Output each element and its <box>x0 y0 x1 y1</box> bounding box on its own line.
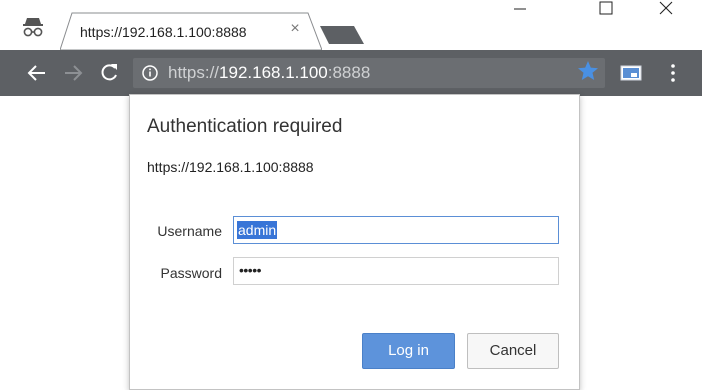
password-label: Password <box>160 265 222 281</box>
browser-toolbar: https://192.168.1.100:8888 <box>0 50 702 96</box>
url-scheme: https:// <box>168 63 220 82</box>
info-icon[interactable] <box>141 64 159 82</box>
close-window-button[interactable] <box>643 0 689 18</box>
url-host: 192.168.1.100 <box>219 63 328 82</box>
active-tab[interactable]: https://192.168.1.100:8888 × <box>60 12 322 50</box>
tab-close-button[interactable]: × <box>288 21 302 37</box>
username-input[interactable]: admin <box>233 216 559 244</box>
tab-strip: https://192.168.1.100:8888 × <box>0 0 702 50</box>
url-port: :8888 <box>327 63 371 82</box>
dialog-url: https://192.168.1.100:8888 <box>147 159 314 175</box>
username-value: admin <box>237 221 278 239</box>
auth-dialog: Authentication required https://192.168.… <box>129 94 580 390</box>
tab-title: https://192.168.1.100:8888 <box>80 24 247 40</box>
dialog-title: Authentication required <box>147 116 343 137</box>
maximize-icon <box>599 1 613 15</box>
new-tab-button[interactable] <box>320 25 366 45</box>
reload-icon <box>101 64 117 81</box>
cast-button[interactable] <box>616 50 646 96</box>
password-value: ••••• <box>239 262 262 278</box>
back-arrow-icon <box>27 65 45 81</box>
menu-icon <box>671 64 675 82</box>
address-url: https://192.168.1.100:8888 <box>168 63 370 83</box>
address-bar[interactable]: https://192.168.1.100:8888 <box>133 58 605 88</box>
maximize-button[interactable] <box>583 0 629 18</box>
password-input[interactable]: ••••• <box>233 257 559 285</box>
incognito-icon <box>23 18 43 37</box>
login-button[interactable]: Log in <box>362 333 455 369</box>
cast-icon <box>620 65 642 81</box>
forward-arrow-icon <box>65 65 83 81</box>
reload-button[interactable] <box>94 50 124 96</box>
menu-button[interactable] <box>658 50 688 96</box>
username-label: Username <box>157 223 222 239</box>
forward-button[interactable] <box>58 50 88 96</box>
back-button[interactable] <box>22 50 52 96</box>
minimize-icon <box>514 8 526 10</box>
minimize-button[interactable] <box>497 0 543 18</box>
close-icon <box>659 1 673 15</box>
cancel-button[interactable]: Cancel <box>467 333 559 369</box>
star-icon[interactable] <box>577 60 599 82</box>
